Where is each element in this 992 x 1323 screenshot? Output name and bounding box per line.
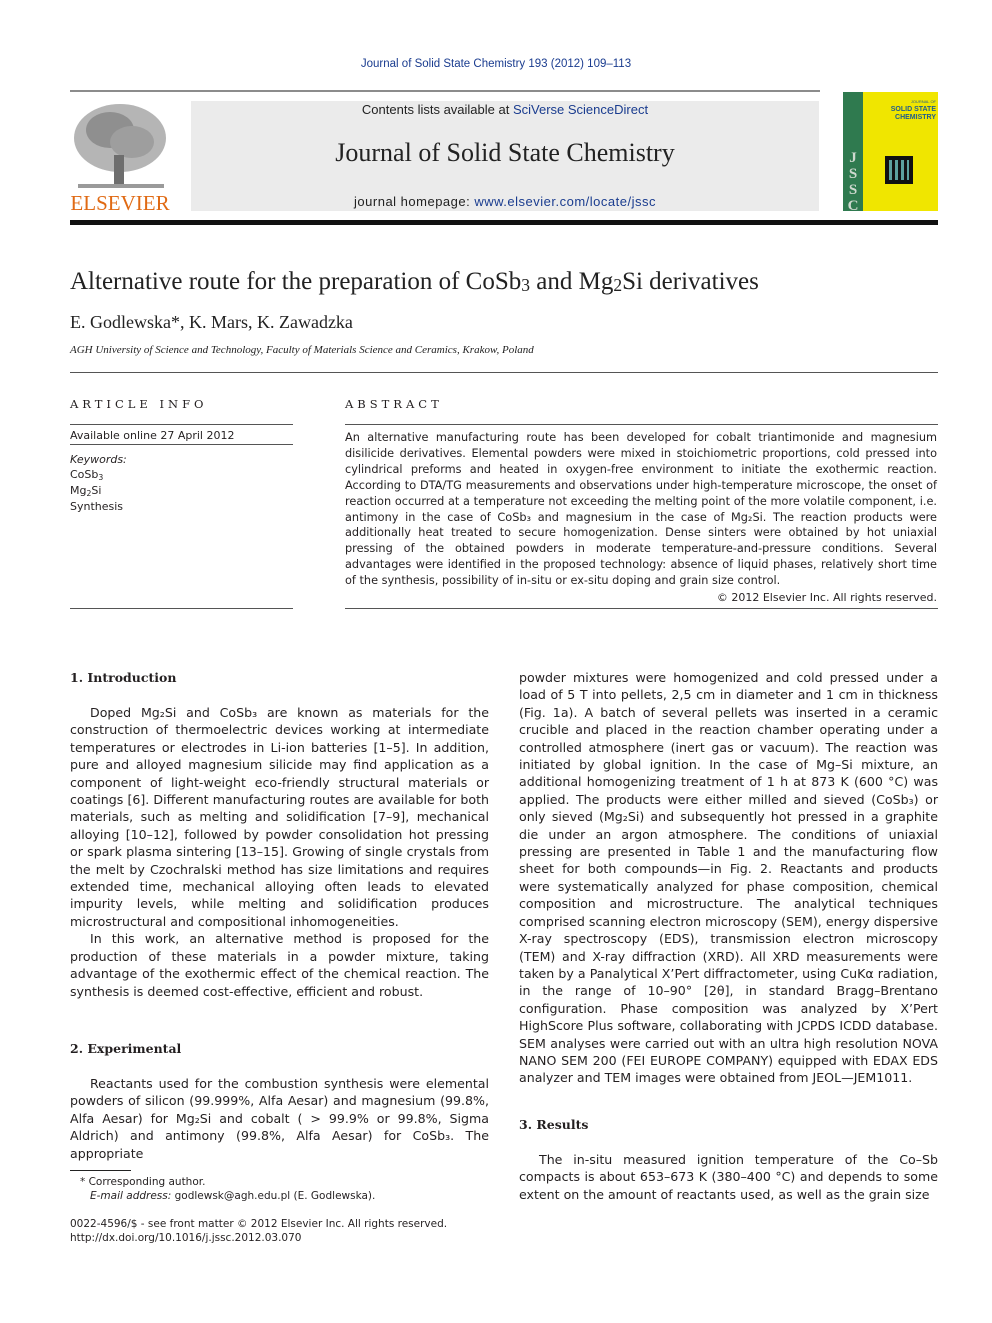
- available-divider: [70, 444, 293, 445]
- abstract-text: An alternative manufacturing route has b…: [345, 431, 937, 588]
- email-label: E-mail address:: [90, 1190, 172, 1202]
- experimental-body-right: powder mixtures were homogenized and col…: [519, 669, 938, 1087]
- keyword-item[interactable]: Mg2Si: [70, 483, 123, 499]
- email-link[interactable]: godlewsk@agh.edu.pl (E. Godlewska).: [171, 1190, 376, 1202]
- results-body: The in-situ measured ignition temperatur…: [519, 1151, 938, 1203]
- section-heading-introduction: 1. Introduction: [70, 670, 177, 685]
- experimental-paragraph-continued: powder mixtures were homogenized and col…: [519, 670, 938, 1086]
- corresponding-author-note: * Corresponding author.: [80, 1176, 206, 1188]
- section-heading-results: 3. Results: [519, 1117, 589, 1132]
- contents-prefix: Contents lists available at: [361, 102, 513, 117]
- intro-paragraph-2: In this work, an alternative method is p…: [70, 931, 489, 999]
- elsevier-tree-icon: ELSEVIER: [70, 104, 170, 215]
- journal-citation[interactable]: Journal of Solid State Chemistry 193 (20…: [0, 58, 992, 70]
- sciencedirect-link[interactable]: SciVerse ScienceDirect: [513, 102, 648, 117]
- abstract-heading: ABSTRACT: [345, 397, 443, 411]
- footnote-rule: [70, 1170, 131, 1171]
- cover-spine: JSSC: [843, 92, 863, 214]
- publisher-wordmark: ELSEVIER: [70, 191, 169, 212]
- cover-crystal-image: [885, 156, 913, 184]
- authors[interactable]: E. Godlewska*, K. Mars, K. Zawadzka: [70, 312, 353, 333]
- keywords-label: Keywords:: [70, 453, 127, 466]
- article-info-divider: [70, 424, 293, 425]
- section-heading-experimental: 2. Experimental: [70, 1041, 182, 1056]
- abstract-bottom-divider: [345, 608, 938, 609]
- email-note: E-mail address: godlewsk@agh.edu.pl (E. …: [90, 1189, 375, 1203]
- issn-line: 0022-4596/$ - see front matter © 2012 El…: [70, 1218, 448, 1230]
- abstract-divider: [345, 424, 938, 425]
- abstract-copyright: © 2012 Elsevier Inc. All rights reserved…: [716, 591, 937, 604]
- header-divider: [70, 90, 820, 92]
- available-online: Available online 27 April 2012: [70, 429, 235, 442]
- article-info-bottom-divider: [70, 608, 293, 609]
- homepage-line: journal homepage: www.elsevier.com/locat…: [191, 194, 819, 209]
- keyword-item[interactable]: Synthesis: [70, 499, 123, 515]
- keyword-item[interactable]: CoSb3: [70, 467, 123, 483]
- contents-line: Contents lists available at SciVerse Sci…: [191, 102, 819, 117]
- intro-paragraph-1: Doped Mg₂Si and CoSb₃ are known as mater…: [70, 705, 489, 929]
- cover-title: JOURNAL OF SOLID STATE CHEMISTRY: [890, 99, 936, 121]
- experimental-paragraph-start: Reactants used for the combustion synthe…: [70, 1076, 489, 1161]
- header-thick-divider: [70, 220, 938, 225]
- affiliation: AGH University of Science and Technology…: [70, 344, 534, 356]
- results-paragraph-1: The in-situ measured ignition temperatur…: [519, 1152, 938, 1202]
- keyword-list: CoSb3 Mg2Si Synthesis: [70, 467, 123, 515]
- experimental-body-left: Reactants used for the combustion synthe…: [70, 1075, 489, 1162]
- elsevier-logo[interactable]: ELSEVIER: [70, 100, 170, 215]
- article-info-heading: ARTICLE INFO: [70, 397, 208, 411]
- journal-cover-thumbnail[interactable]: JSSC JOURNAL OF SOLID STATE CHEMISTRY: [843, 92, 938, 214]
- doi-link[interactable]: http://dx.doi.org/10.1016/j.jssc.2012.03…: [70, 1231, 301, 1245]
- article-title: Alternative route for the preparation of…: [70, 268, 759, 295]
- introduction-body: Doped Mg₂Si and CoSb₃ are known as mater…: [70, 704, 489, 1000]
- journal-name: Journal of Solid State Chemistry: [335, 138, 675, 167]
- homepage-prefix: journal homepage:: [354, 194, 475, 209]
- title-divider: [70, 372, 938, 373]
- journal-homepage-link[interactable]: www.elsevier.com/locate/jssc: [474, 194, 656, 209]
